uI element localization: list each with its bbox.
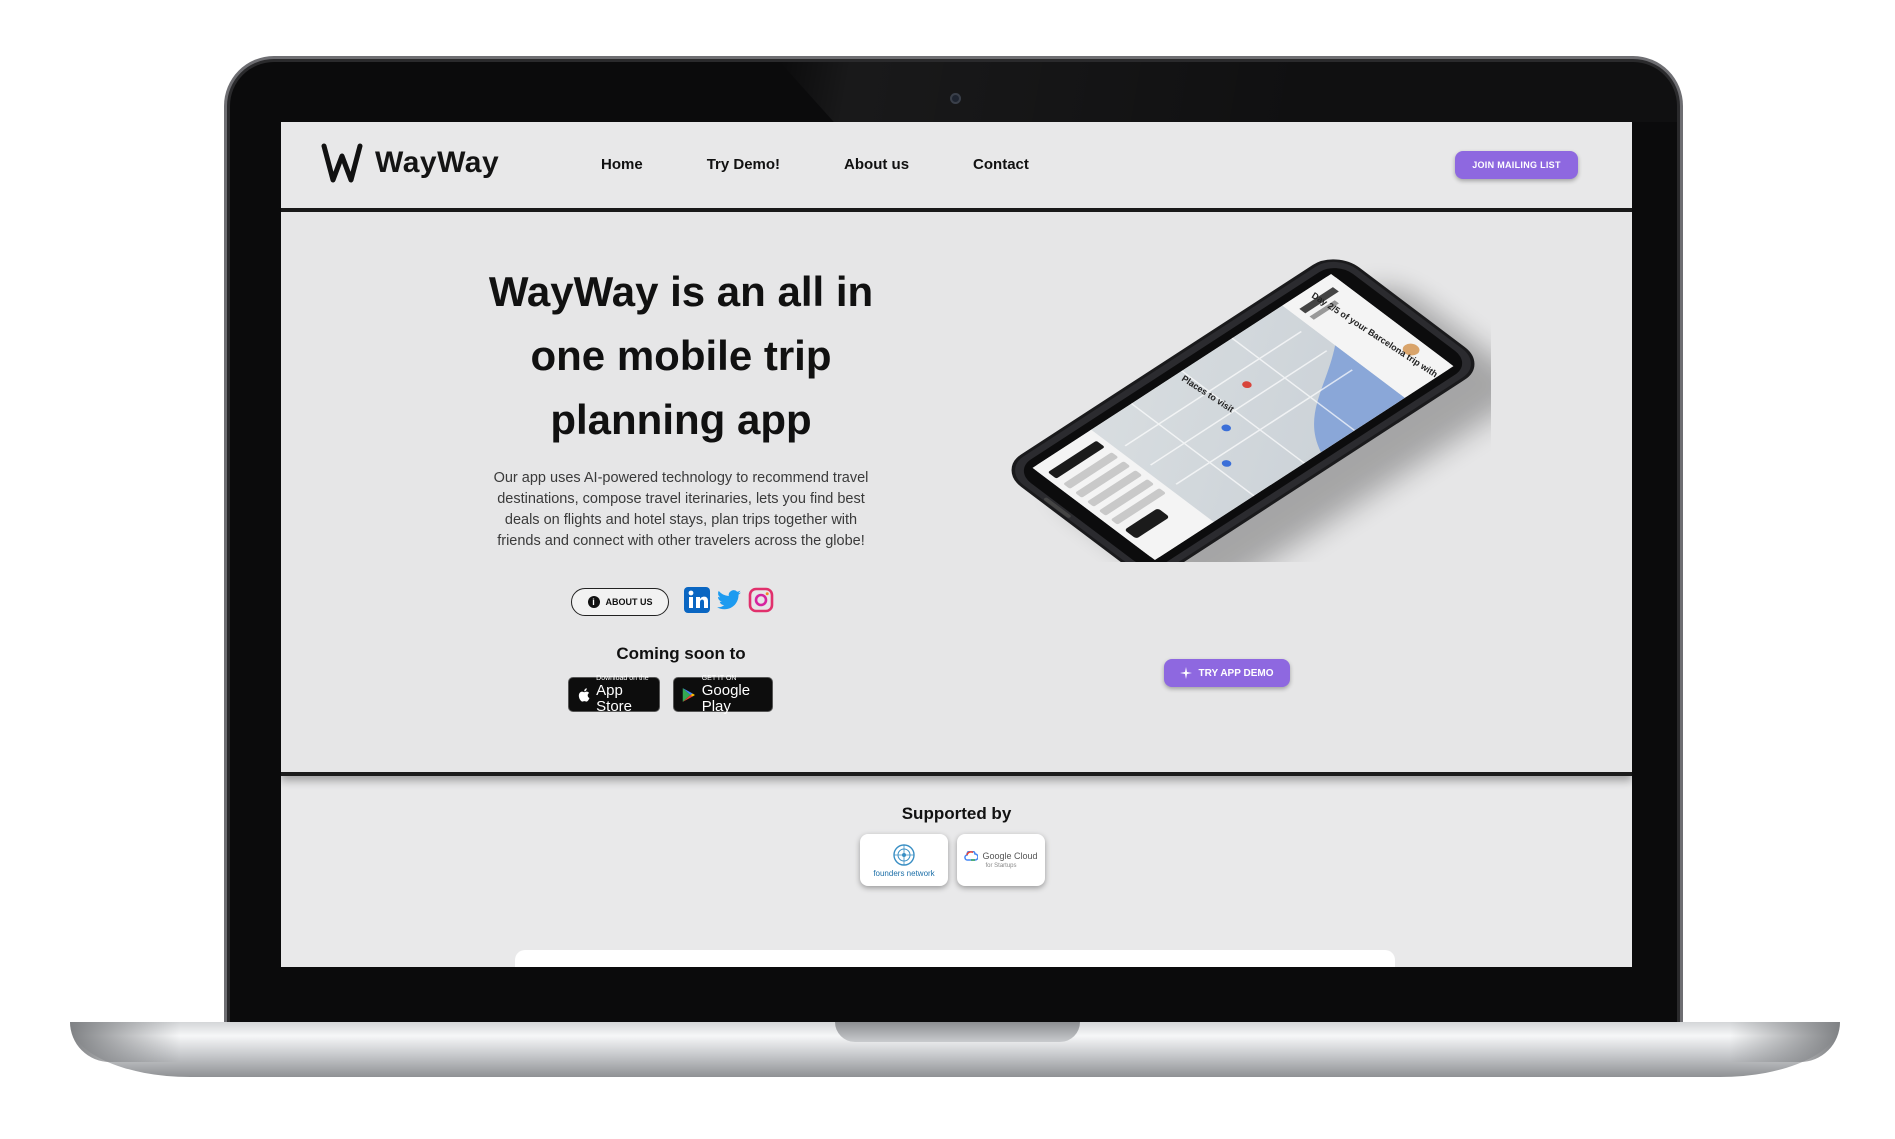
- google-cloud-icon: [964, 851, 979, 861]
- nav-contact[interactable]: Contact: [973, 156, 1029, 173]
- nav-about-us[interactable]: About us: [844, 156, 909, 173]
- nav-home[interactable]: Home: [601, 156, 643, 173]
- instagram-icon[interactable]: [747, 586, 775, 614]
- laptop-base-shade-right: [1730, 1022, 1840, 1062]
- main-nav: Home Try Demo! About us Contact: [601, 156, 1093, 173]
- app-store-text: Download on the App Store: [596, 675, 651, 715]
- google-play-large-text: Google Play: [701, 681, 751, 715]
- navbar: WayWay Home Try Demo! About us Contact J…: [281, 122, 1632, 212]
- brand-name: WayWay: [375, 146, 500, 179]
- hero-title: WayWay is an all in one mobile trip plan…: [488, 268, 874, 443]
- hero-description: Our app uses AI-powered technology to re…: [493, 470, 869, 549]
- google-play-badge[interactable]: GET IT ON Google Play: [673, 675, 773, 715]
- twitter-icon[interactable]: [715, 586, 743, 614]
- sparkle-icon: [1180, 667, 1193, 679]
- phone-mockup: Day 2/5 of your Barcelona trip with Plac…: [1011, 259, 1491, 562]
- laptop-base-shade-left: [70, 1022, 180, 1062]
- hero-section: WayWay is an all in one mobile trip plan…: [281, 212, 1632, 776]
- app-store-badge[interactable]: Download on the App Store: [568, 675, 660, 715]
- apple-icon: [578, 687, 590, 702]
- nav-try-demo[interactable]: Try Demo!: [707, 156, 780, 173]
- google-play-text: GET IT ON Google Play: [702, 675, 764, 715]
- supported-by-title: Supported by: [901, 804, 1012, 823]
- about-us-label: ABOUT US: [605, 597, 653, 607]
- google-cloud-label: Google Cloud: [982, 851, 1038, 861]
- next-section-card: [515, 950, 1395, 967]
- founders-network-logo-icon: [893, 843, 915, 866]
- google-cloud-row: Google Cloud: [964, 851, 1038, 861]
- join-mailing-list-button[interactable]: JOIN MAILING LIST: [1455, 151, 1578, 179]
- brand-logo[interactable]: WayWay: [321, 142, 499, 184]
- laptop-base-notch: [835, 1022, 1080, 1042]
- webcam: [950, 93, 961, 104]
- linkedin-icon[interactable]: [683, 586, 711, 614]
- partner-google-cloud[interactable]: Google Cloud for Startups: [957, 834, 1045, 886]
- waymay-logo-icon: [321, 143, 363, 183]
- info-icon: i: [587, 596, 600, 608]
- try-app-demo-button[interactable]: TRY APP DEMO: [1164, 659, 1290, 687]
- bezel-glare: [780, 62, 1677, 122]
- coming-soon-label: Coming soon to: [616, 644, 746, 663]
- try-app-demo-label: TRY APP DEMO: [1198, 667, 1274, 679]
- founders-network-label: founders network: [873, 868, 935, 878]
- app-store-large-text: App Store: [596, 681, 633, 715]
- google-play-icon: [682, 687, 695, 702]
- google-cloud-sub-label: for Startups: [985, 863, 1017, 869]
- partner-founders-network[interactable]: founders network: [860, 834, 948, 886]
- browser-viewport: WayWay Home Try Demo! About us Contact J…: [281, 122, 1632, 967]
- about-us-button[interactable]: i ABOUT US: [571, 588, 669, 616]
